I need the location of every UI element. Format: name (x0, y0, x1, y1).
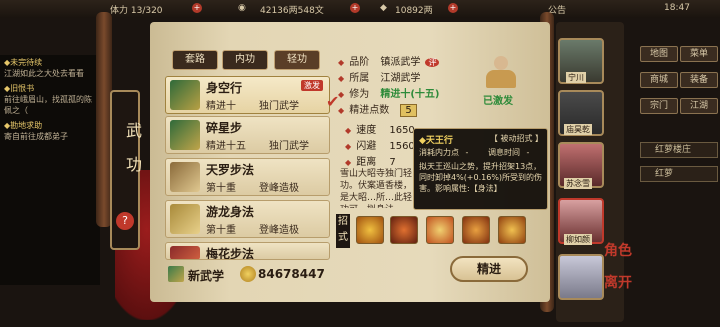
quest-title: ◆未完待续 (4, 58, 43, 67)
move-icon[interactable] (498, 216, 526, 244)
skill-level: 精进十 (206, 101, 236, 112)
skill-name: 梅花步法 (206, 247, 255, 260)
stamina: 体力 13/320 (110, 6, 163, 16)
character-name: 苏念雪 (564, 178, 592, 189)
jianghu-button[interactable]: 江湖 (680, 98, 718, 114)
move-tooltip: ◆天王行 【 被动招式 】 消耗内力点 - 调息时间 - 拟天王巡山之势，提升招… (413, 128, 548, 210)
skill-item[interactable]: 游龙身法 第十重 登峰造极 (165, 200, 330, 238)
silver-icon: ◆ (380, 3, 387, 13)
skill-type: 登峰造极 (259, 183, 299, 194)
skill-level: 第十重 (206, 225, 236, 236)
add-stamina-button[interactable]: + (192, 3, 202, 13)
help-icon[interactable]: ? (116, 212, 134, 230)
skill-level: 精进十五 (206, 141, 246, 152)
character-name: 柳如颜 (564, 234, 592, 245)
skill-description: 雪山大昭寺独门轻功。伏案遁香楼，是大昭…所…此轻功可…拟身法… (340, 169, 412, 208)
tab-internal[interactable]: 内功 (222, 50, 268, 70)
quest-panel[interactable]: ◆未完待续 江湖如此之大处去看看 ◆旧恨书 前往峨眉山，找孤孤的陈佩之（ ◆勘地… (0, 55, 100, 285)
location-tag[interactable]: 红萝楼庄 (640, 142, 718, 158)
tooltip-cd: 调息时间 - (488, 147, 529, 158)
skill-type: 登峰造极 (259, 225, 299, 236)
add-coins-button[interactable]: + (350, 3, 360, 13)
stat-label: 距离 (356, 157, 377, 168)
new-skill-button[interactable]: 新武学 (188, 267, 224, 284)
cost-value: - (465, 148, 469, 157)
points-count: 5 (400, 104, 417, 117)
character-avatar[interactable] (558, 254, 604, 300)
activated-label: 已激发 (483, 96, 513, 107)
skill-name: 碎星步 (206, 121, 243, 135)
character-name: 宁川 (566, 72, 586, 83)
skill-book-icon (170, 204, 200, 234)
skill-item[interactable]: 身空行 激发 精进十 独门武学 (165, 76, 330, 114)
skill-name: 游龙身法 (206, 205, 255, 219)
new-skill-icon[interactable] (168, 266, 184, 282)
location-tag[interactable]: 红萝 (640, 166, 718, 182)
shop-button[interactable]: 商城 (640, 72, 678, 88)
quest-desc: 江湖如此之大处去看看 (4, 69, 84, 78)
coins: 42136两548文 (260, 6, 324, 16)
add-silver-button[interactable]: + (448, 3, 458, 13)
quest-desc: 前往峨眉山，找孤孤的陈佩之（ (4, 95, 92, 115)
quest-item[interactable]: ◆未完待续 江湖如此之大处去看看 (0, 55, 100, 81)
cd-label: 调息时间 (488, 148, 520, 157)
leave-label[interactable]: 离开 (604, 272, 632, 292)
stat-range: ◆ 距离 7 (345, 150, 396, 169)
tab-routine[interactable]: 套路 (172, 50, 218, 70)
quest-item[interactable]: ◆旧恨书 前往峨眉山，找孤孤的陈佩之（ (0, 81, 100, 118)
tooltip-tag: 【 被动招式 】 (489, 134, 543, 143)
equip-button[interactable]: 装备 (680, 72, 718, 88)
diamond-icon: ◆ (345, 158, 352, 167)
move-icon[interactable] (356, 216, 384, 244)
activated-badge: 激发 (301, 80, 323, 91)
points-value: 84678447 (258, 267, 325, 281)
skill-item[interactable]: 梅花步法 (165, 242, 330, 260)
skill-book-icon (170, 120, 200, 150)
skill-item[interactable]: 天罗步法 第十重 登峰造极 (165, 158, 330, 196)
skill-level: 第十重 (206, 183, 236, 194)
cd-value: - (526, 148, 530, 157)
skill-type: 独门武学 (269, 141, 309, 152)
points-label: 精进点数 (349, 105, 390, 116)
tooltip-cost: 消耗内力点 - (419, 147, 468, 158)
stat-value: 7 (389, 157, 396, 168)
silver: 10892两 (395, 6, 433, 16)
tooltip-title: ◆天王行 (419, 136, 453, 146)
map-button[interactable]: 地图 (640, 46, 678, 62)
quest-title: ◆勘地求助 (4, 121, 43, 130)
move-icon[interactable] (426, 216, 454, 244)
skill-book-icon (170, 246, 200, 259)
skill-name: 天罗步法 (206, 163, 255, 177)
quest-title: ◆旧恨书 (4, 84, 35, 93)
skill-type: 独门武学 (259, 101, 299, 112)
quest-desc: 寄自前往成都弟子 (4, 132, 68, 141)
cost-label: 消耗内力点 (419, 148, 459, 157)
panel-title-text: 武功 (123, 122, 142, 190)
sect-button[interactable]: 宗门 (640, 98, 678, 114)
skill-book-icon (170, 80, 200, 110)
move-icon[interactable] (462, 216, 490, 244)
diamond-icon: ◆ (338, 106, 345, 115)
review-badge: 评 (425, 58, 440, 67)
character-name: 庙昊乾 (564, 124, 592, 135)
practice-button[interactable]: 精进 (450, 256, 528, 282)
monk-figure-icon (486, 56, 516, 90)
skill-name: 身空行 (206, 81, 243, 95)
tooltip-body: 拟天王巡山之势，提升招架13点，同时卸掉4%(+0.16%)所受到的伤害。影响属… (419, 162, 543, 193)
tab-lightness[interactable]: 轻功 (274, 50, 320, 70)
points-icon (240, 266, 256, 282)
quest-item[interactable]: ◆勘地求助 寄自前往成都弟子 (0, 118, 100, 144)
menu-button[interactable]: 菜单 (680, 46, 718, 62)
skill-item[interactable]: 碎星步 精进十五 独门武学 (165, 116, 330, 154)
move-icon[interactable] (390, 216, 418, 244)
skill-scroll-icon (170, 162, 200, 192)
coin-icon: ◉ (238, 3, 246, 13)
info-points: ◆ 精进点数 5 (338, 98, 417, 117)
role-label[interactable]: 角色 (604, 240, 632, 260)
moves-label: 招式 (336, 214, 350, 248)
clock: 18:47 (664, 3, 690, 13)
